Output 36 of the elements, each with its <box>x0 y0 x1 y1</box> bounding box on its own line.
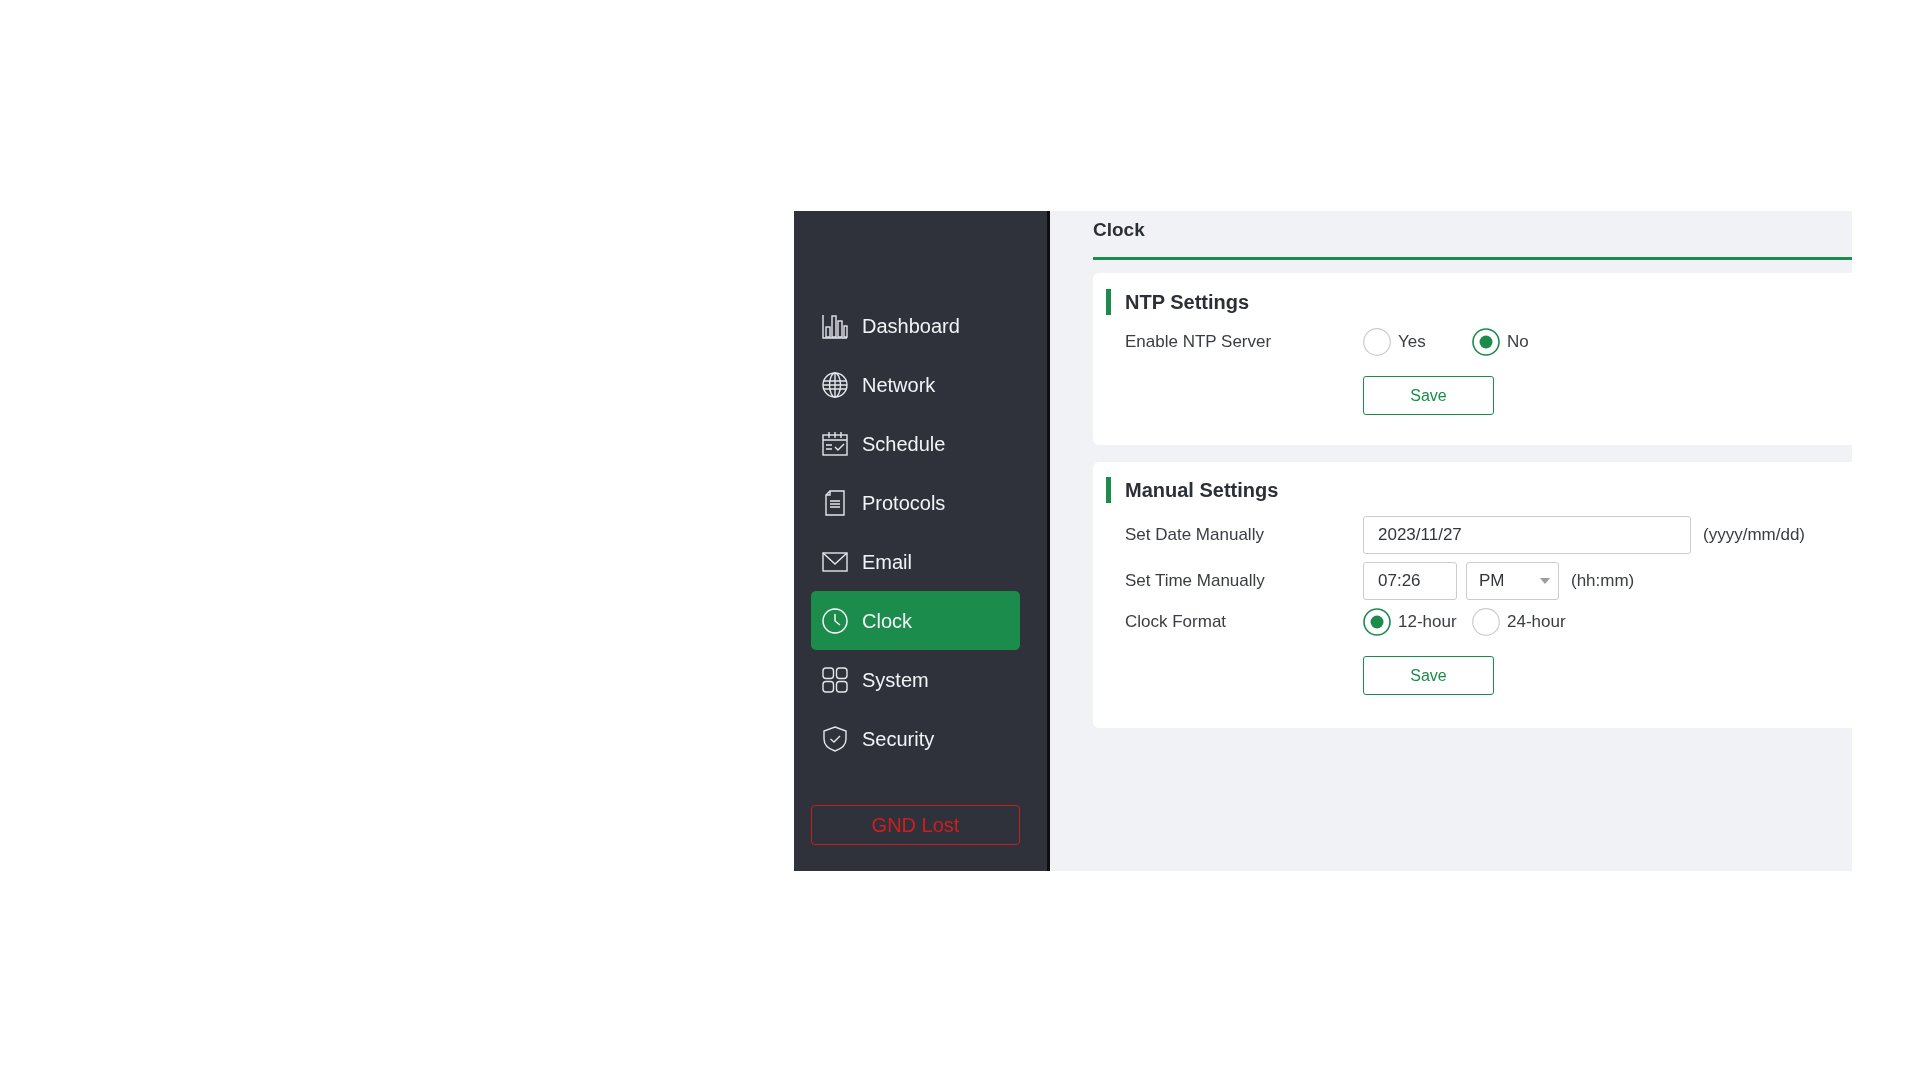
calendar-icon <box>821 429 849 458</box>
caret-icon <box>1540 578 1550 584</box>
clock-icon <box>821 606 849 635</box>
radio-button[interactable] <box>1472 328 1500 356</box>
sidebar-item[interactable]: System <box>811 650 1020 709</box>
globe-icon <box>821 370 849 399</box>
sidebar-item[interactable]: Schedule <box>811 414 1020 473</box>
date-input[interactable]: 2023/11/27 <box>1363 516 1691 554</box>
page-title: Clock <box>1093 219 1145 240</box>
field-label: Clock Format <box>1125 611 1227 634</box>
section-heading: NTP Settings <box>1106 289 1852 315</box>
option-label[interactable]: No <box>1507 329 1529 355</box>
format-hint: (hh:mm) <box>1571 570 1635 593</box>
radio-button[interactable] <box>1363 608 1391 636</box>
field-label: Set Date Manually <box>1125 524 1264 547</box>
format-hint: (yyyy/mm/dd) <box>1703 524 1805 547</box>
radio-button[interactable] <box>1472 608 1500 636</box>
sidebar-item[interactable]: Network <box>811 355 1020 414</box>
save-button[interactable]: Save <box>1363 656 1494 695</box>
shield-icon <box>821 724 849 753</box>
option-label[interactable]: Yes <box>1398 329 1426 355</box>
field-label: Enable NTP Server <box>1125 331 1272 354</box>
grid-icon <box>821 665 849 694</box>
sidebar-item[interactable]: Email <box>811 532 1020 591</box>
sidebar-item[interactable]: Clock <box>811 591 1020 650</box>
sidebar-item[interactable]: Security <box>811 709 1020 768</box>
radio-button[interactable] <box>1363 328 1391 356</box>
sidebar-item[interactable]: Dashboard <box>811 296 1020 355</box>
section-heading: Manual Settings <box>1106 477 1852 503</box>
save-button[interactable]: Save <box>1363 376 1494 415</box>
sidebar-item[interactable]: Protocols <box>811 473 1020 532</box>
time-input[interactable]: 07:26 <box>1363 562 1457 600</box>
field-label: Set Time Manually <box>1125 570 1265 593</box>
period-select[interactable]: PM <box>1466 562 1559 600</box>
option-label[interactable]: 24-hour <box>1507 609 1566 635</box>
option-label[interactable]: 12-hour <box>1398 609 1457 635</box>
